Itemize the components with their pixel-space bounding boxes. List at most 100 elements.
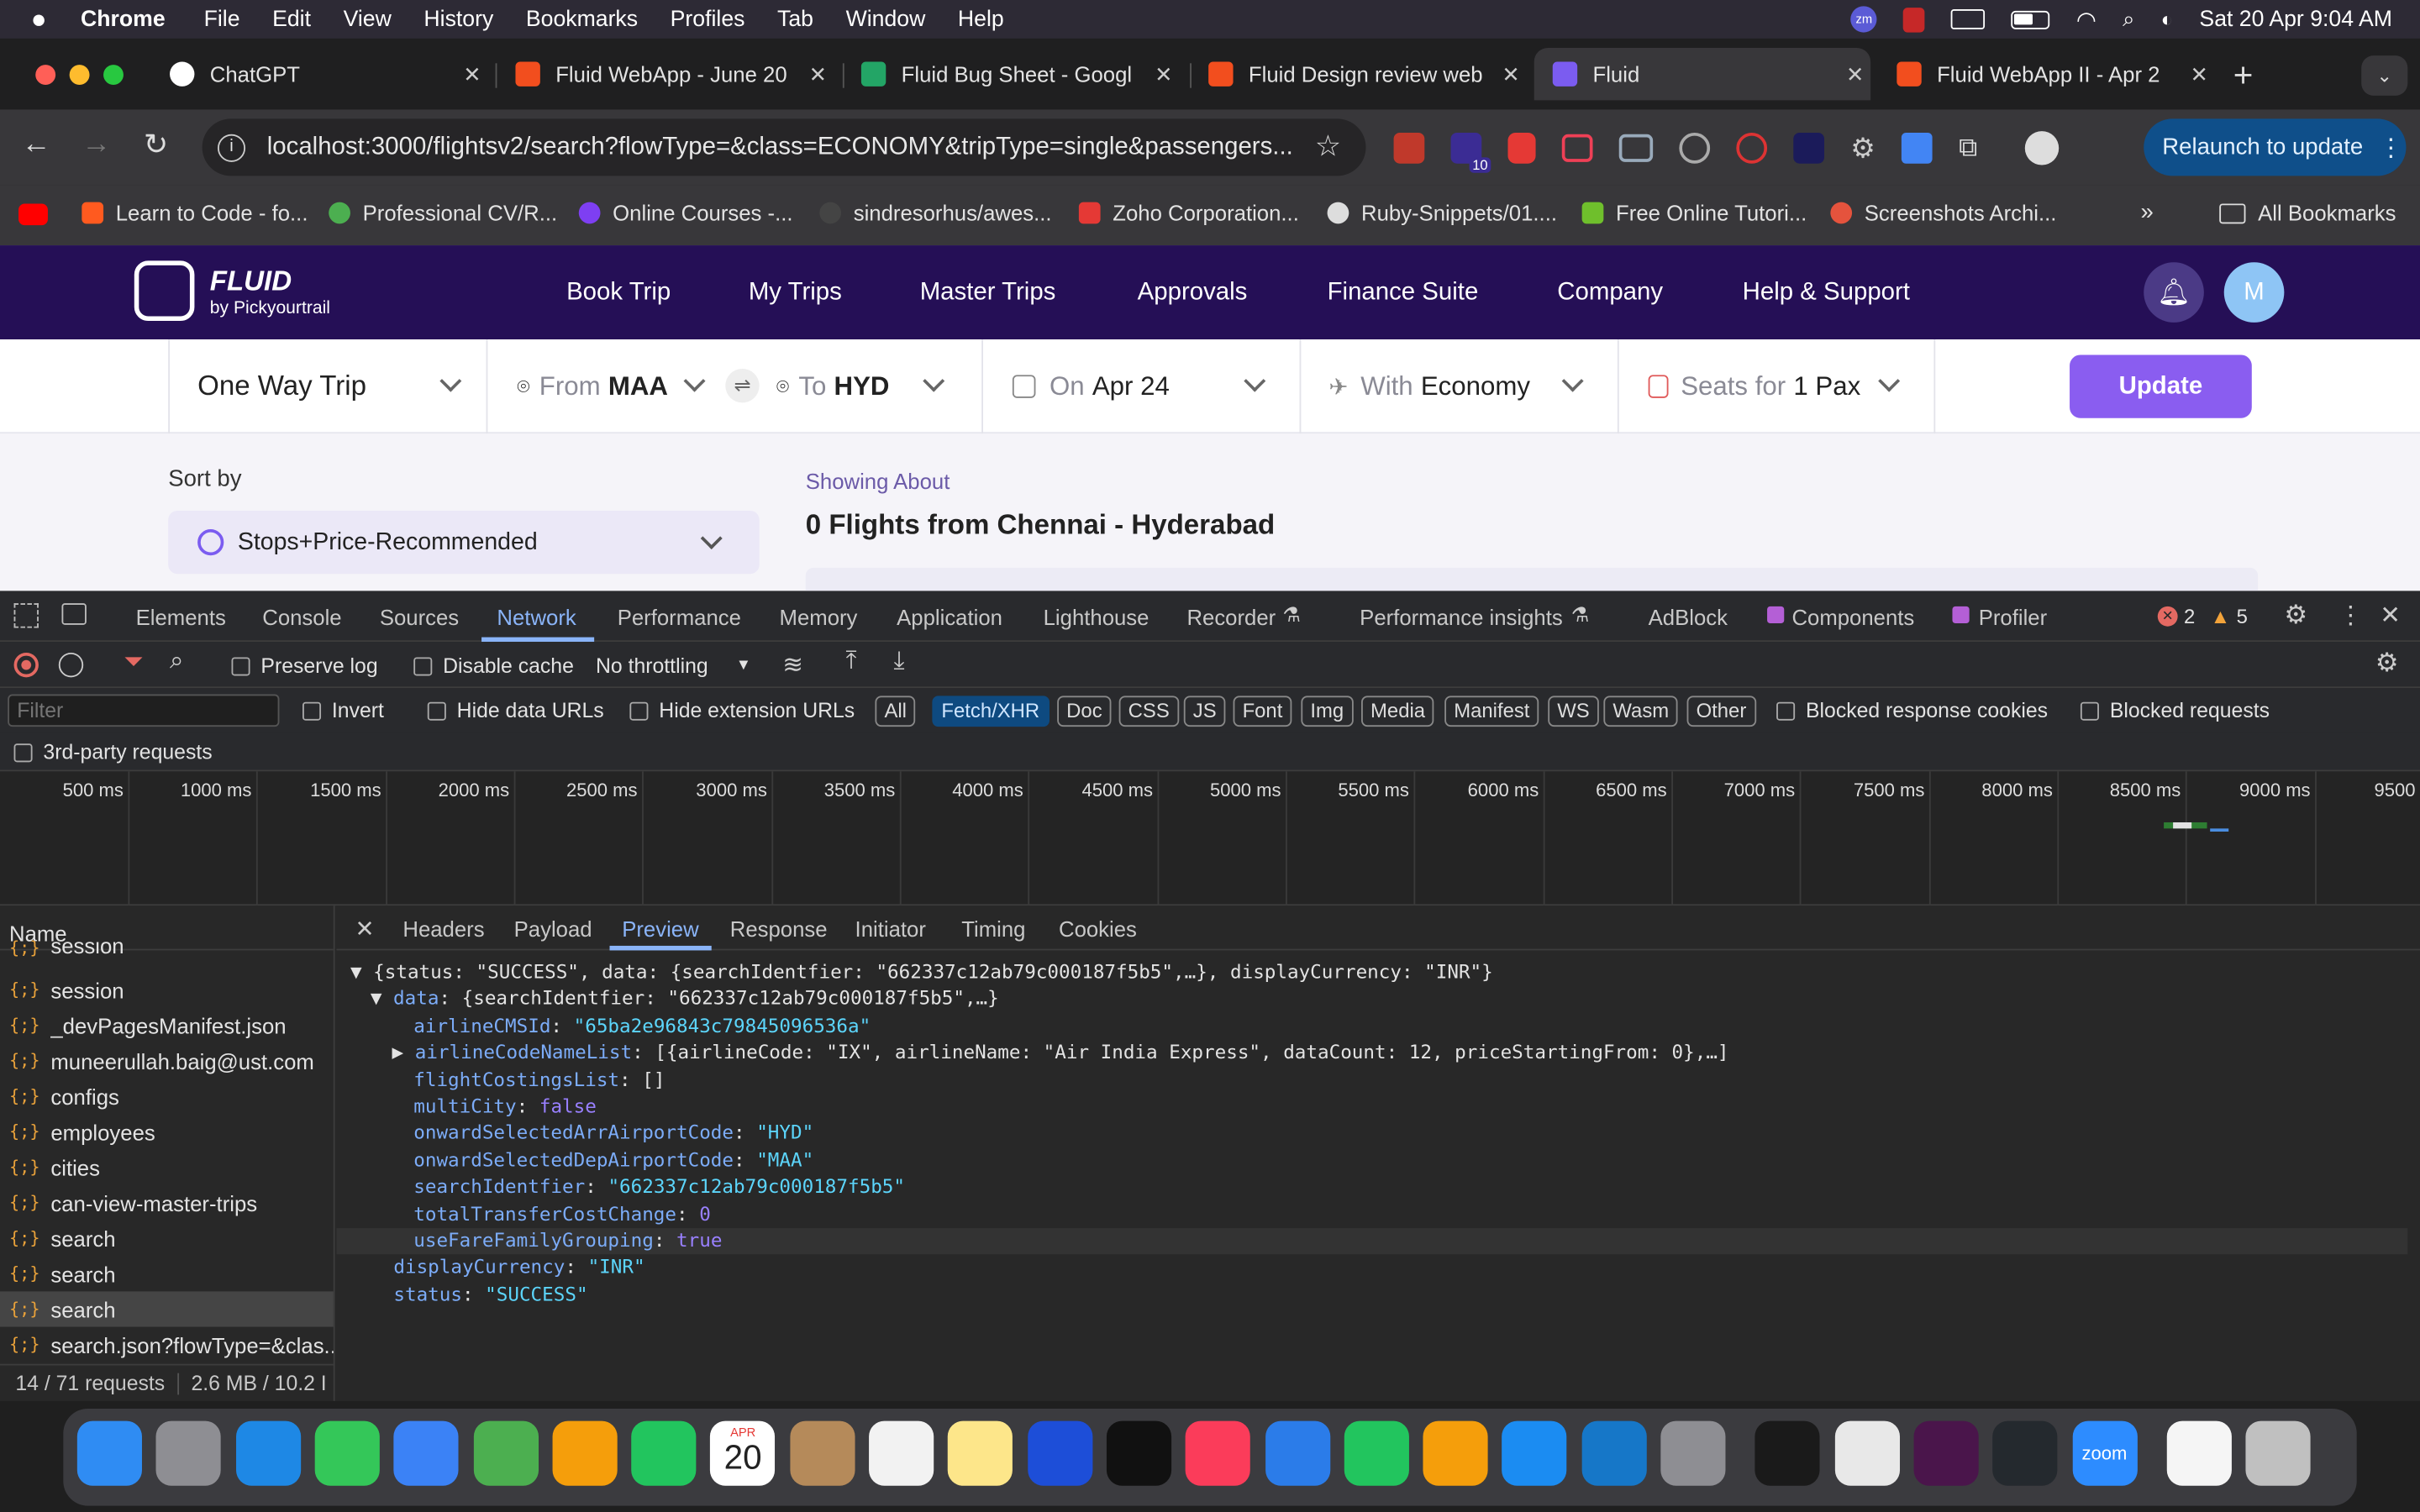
forward-icon[interactable]: →: [82, 128, 111, 161]
type-filter-wasm[interactable]: Wasm: [1603, 696, 1679, 727]
freeform-icon[interactable]: [1027, 1420, 1092, 1486]
pages-icon[interactable]: [1423, 1420, 1488, 1486]
details-tab-payload[interactable]: Payload: [514, 916, 592, 941]
request-row[interactable]: {;} employees: [0, 1114, 334, 1149]
screen-recorder-icon[interactable]: [1618, 134, 1654, 162]
user-avatar[interactable]: M: [2223, 262, 2285, 323]
site-info-icon[interactable]: i: [217, 133, 246, 161]
preserve-log-checkbox[interactable]: Preserve log: [231, 654, 378, 677]
invert-checkbox[interactable]: Invert: [302, 699, 384, 722]
filter-input[interactable]: [8, 694, 280, 727]
to-airport-select[interactable]: ⌾ To HYD: [745, 339, 981, 433]
nav-finance-suite[interactable]: Finance Suite: [1328, 279, 1479, 307]
json-line[interactable]: ▶ airlineCodeNameList: [{airlineCode: "I…: [392, 1042, 1729, 1063]
json-line[interactable]: multiCity: false: [413, 1095, 597, 1117]
trash-icon[interactable]: [2245, 1420, 2311, 1486]
minimize-window-button[interactable]: [69, 65, 90, 86]
tab-search-button[interactable]: ⌄: [2361, 55, 2408, 96]
bookmark-free-online-tutorials[interactable]: Free Online Tutori...: [1581, 201, 1807, 225]
menu-help[interactable]: Help: [958, 7, 1004, 31]
json-line[interactable]: status: "SUCCESS": [393, 1284, 587, 1305]
close-tab-icon[interactable]: ✕: [1839, 61, 1870, 87]
clock[interactable]: Sat 20 Apr 9:04 AM: [2199, 7, 2392, 31]
json-line[interactable]: airlineCMSId: "65ba2e96843c79845096536a": [413, 1016, 871, 1037]
url-text[interactable]: localhost:3000/flightsv2/search?flowType…: [267, 134, 1300, 161]
mail-icon[interactable]: [393, 1420, 459, 1486]
wifi-icon[interactable]: ◠: [2076, 5, 2096, 33]
import-har-icon[interactable]: ⤒: [846, 648, 857, 675]
json-line[interactable]: flightCostingsList: []: [413, 1069, 665, 1091]
extension-badge-icon[interactable]: 10: [1450, 132, 1491, 173]
details-tab-timing[interactable]: Timing: [961, 916, 1025, 941]
new-tab-button[interactable]: +: [2233, 55, 2254, 96]
json-line[interactable]: onwardSelectedArrAirportCode: "HYD": [413, 1121, 813, 1143]
type-filter-all[interactable]: All: [875, 696, 917, 727]
type-filter-fetch-xhr[interactable]: Fetch/XHR: [932, 696, 1050, 727]
close-tab-icon[interactable]: ✕: [1149, 61, 1180, 87]
blocked-response-cookies-checkbox[interactable]: Blocked response cookies: [1776, 699, 2048, 722]
close-details-icon[interactable]: ✕: [355, 915, 374, 942]
adblock-icon[interactable]: [1507, 132, 1536, 164]
app-store-icon[interactable]: [1502, 1420, 1568, 1486]
hide-extension-urls-checkbox[interactable]: Hide extension URLs: [629, 699, 855, 722]
profile-avatar-icon[interactable]: [2025, 131, 2060, 165]
devtools-tab-components[interactable]: Components: [1791, 605, 1914, 629]
json-line[interactable]: onwardSelectedDepAirportCode: "MAA": [413, 1149, 813, 1171]
cabin-class-select[interactable]: ✈︎ With Economy: [1299, 339, 1618, 434]
launchpad-icon[interactable]: [156, 1420, 222, 1486]
json-line[interactable]: totalTransferCostChange: 0: [413, 1204, 711, 1226]
devtools-tab-lighthouse[interactable]: Lighthouse: [1044, 605, 1150, 629]
details-tab-initiator[interactable]: Initiator: [855, 916, 926, 941]
memory-icon[interactable]: [1951, 9, 1986, 29]
extensions-puzzle-icon[interactable]: ⧉: [1959, 133, 1977, 164]
request-row[interactable]: {;} search: [0, 1256, 334, 1291]
photos-icon[interactable]: [552, 1420, 618, 1486]
network-settings-icon[interactable]: ⚙: [2375, 648, 2399, 679]
type-filter-font[interactable]: Font: [1233, 696, 1292, 727]
request-row[interactable]: {;} session: [0, 940, 334, 958]
devtools-more-icon[interactable]: ⋮: [2338, 600, 2363, 631]
tab-chatgpt[interactable]: ChatGPT ✕: [151, 48, 487, 100]
facetime-icon[interactable]: [631, 1420, 697, 1486]
type-filter-ws[interactable]: WS: [1548, 696, 1599, 727]
json-line[interactable]: searchIdentfier: "662337c12ab79c000187f5…: [413, 1176, 905, 1198]
bookmark-zoho[interactable]: Zoho Corporation...: [1078, 201, 1299, 225]
devtools-settings-icon[interactable]: ⚙: [2284, 600, 2307, 631]
type-filter-doc[interactable]: Doc: [1057, 696, 1112, 727]
calendar-icon[interactable]: APR 20: [710, 1420, 776, 1486]
close-tab-icon[interactable]: ✕: [1496, 61, 1527, 87]
request-row[interactable]: {;} can-view-master-trips: [0, 1185, 334, 1221]
record-stop-icon[interactable]: [13, 652, 39, 678]
terminal-icon[interactable]: [1754, 1420, 1821, 1486]
json-data-line[interactable]: ▼ data: {searchIdentfier: "662337c12ab79…: [371, 988, 999, 1010]
menu-tab[interactable]: Tab: [777, 7, 813, 31]
bookmark-star-icon[interactable]: ☆: [1315, 129, 1341, 165]
devtools-tab-adblock[interactable]: AdBlock: [1649, 605, 1728, 629]
slack-icon[interactable]: [1913, 1420, 1979, 1486]
apple-icon[interactable]: ●: [31, 4, 47, 35]
extension-dark-icon[interactable]: [1793, 132, 1825, 164]
device-toolbar-icon[interactable]: [61, 603, 87, 625]
bookmark-learn-to-code[interactable]: Learn to Code - fo...: [82, 201, 308, 225]
tab-fluid-design-review[interactable]: Fluid Design review web ✕: [1190, 48, 1526, 100]
bookmark-ruby-snippets[interactable]: Ruby-Snippets/01....: [1327, 201, 1557, 225]
reminders-icon[interactable]: [869, 1420, 934, 1486]
nav-company[interactable]: Company: [1557, 279, 1663, 307]
menu-profiles[interactable]: Profiles: [671, 7, 745, 31]
sort-select[interactable]: Stops+Price-Recommended: [168, 510, 760, 575]
bookmark-online-courses[interactable]: Online Courses -...: [578, 201, 793, 225]
request-row[interactable]: {;} cities: [0, 1149, 334, 1184]
bookmark-professional-cv[interactable]: Professional CV/R...: [329, 201, 557, 225]
gear-extension-icon[interactable]: ⚙: [1850, 132, 1876, 165]
nav-my-trips[interactable]: My Trips: [749, 279, 842, 307]
network-timeline[interactable]: 500 ms 1000 ms 1500 ms 2000 ms 2500 ms 3…: [0, 771, 2420, 906]
devtools-close-icon[interactable]: ✕: [2380, 600, 2401, 631]
date-select[interactable]: On Apr 24: [981, 339, 1299, 434]
close-tab-icon[interactable]: ✕: [457, 61, 488, 87]
pocket-icon[interactable]: [1561, 134, 1593, 162]
menu-edit[interactable]: Edit: [272, 7, 311, 31]
devtools-tab-performance[interactable]: Performance: [618, 605, 741, 629]
more-vert-icon[interactable]: ⋮: [2379, 132, 2403, 163]
search-icon[interactable]: ⌕: [170, 648, 183, 675]
notification-bell-icon[interactable]: 🔔︎: [2144, 262, 2204, 323]
